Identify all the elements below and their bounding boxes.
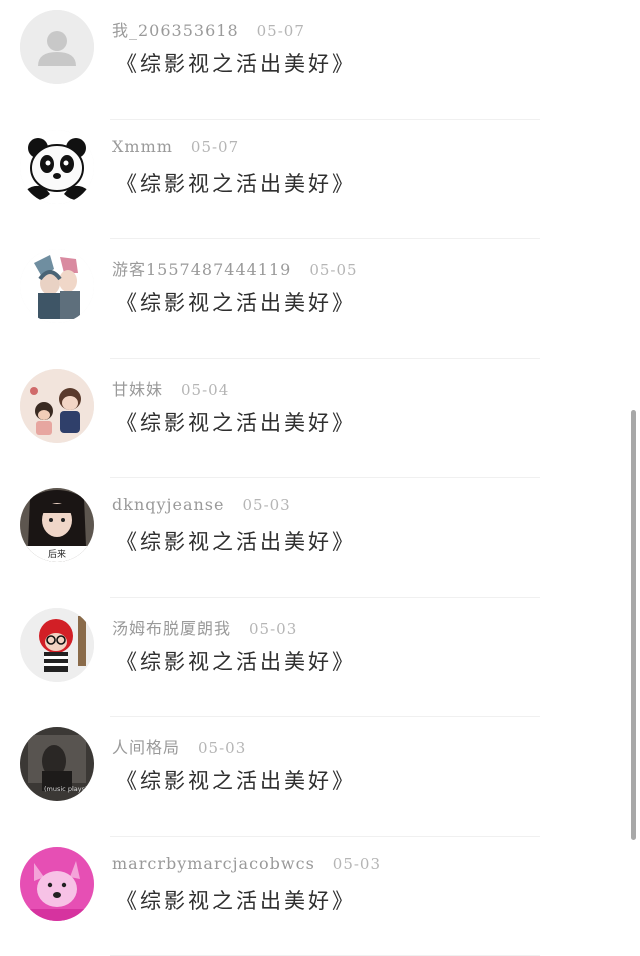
comment-date: 05-03	[333, 855, 381, 873]
comment-text: 《综影视之活出美好》	[116, 287, 356, 317]
comment-meta: 甘妹妹 05-04	[112, 376, 229, 400]
username[interactable]: Xmmm	[112, 137, 173, 156]
comment-text: 《综影视之活出美好》	[116, 168, 356, 198]
username[interactable]: dknqyjeanse	[112, 495, 224, 514]
list-item[interactable]: 我_206353618 05-07 《综影视之活出美好》	[0, 0, 640, 120]
comment-text: 《综影视之活出美好》	[116, 407, 356, 437]
username[interactable]: 人间格局	[112, 738, 180, 757]
comment-text: 《综影视之活出美好》	[116, 48, 356, 78]
music-plays-avatar-icon[interactable]: (music plays)	[20, 727, 94, 801]
username[interactable]: 游客1557487444119	[112, 260, 291, 279]
comment-date: 05-03	[242, 496, 290, 514]
vertical-scrollbar[interactable]	[631, 410, 636, 840]
list-item[interactable]: marcrbymarcjacobwcs 05-03 《综影视之活出美好》	[0, 837, 640, 956]
username[interactable]: 汤姆布脱厦朗我	[112, 619, 231, 638]
default-user-icon[interactable]	[20, 10, 94, 84]
comment-date: 05-03	[249, 620, 297, 638]
comment-text: 《综影视之活出美好》	[116, 765, 356, 795]
girl-photo-avatar-icon[interactable]: 后来	[20, 488, 94, 562]
comment-meta: 人间格局 05-03	[112, 734, 246, 758]
comment-date: 05-07	[257, 22, 305, 40]
cartoon-couple-avatar-icon[interactable]	[20, 369, 94, 443]
comment-text: 《综影视之活出美好》	[116, 526, 356, 556]
list-item[interactable]: 后来 dknqyjeanse 05-03 《综影视之活出美好》	[0, 478, 640, 598]
comment-date: 05-05	[309, 261, 357, 279]
red-hood-doll-avatar-icon[interactable]	[20, 608, 94, 682]
comment-meta: marcrbymarcjacobwcs 05-03	[112, 854, 381, 873]
list-item[interactable]: 游客1557487444119 05-05 《综影视之活出美好》	[0, 239, 640, 359]
avatar-caption: (music plays)	[44, 785, 88, 793]
comment-date: 05-04	[181, 381, 229, 399]
comment-text: 《综影视之活出美好》	[116, 885, 356, 915]
comment-list: 我_206353618 05-07 《综影视之活出美好》 Xmmm 05-07	[0, 0, 640, 956]
username[interactable]: 我_206353618	[112, 21, 239, 40]
username[interactable]: marcrbymarcjacobwcs	[112, 854, 315, 873]
panda-avatar-icon[interactable]	[20, 130, 94, 204]
list-item[interactable]: 汤姆布脱厦朗我 05-03 《综影视之活出美好》	[0, 598, 640, 718]
avatar-caption: 后来	[48, 549, 66, 560]
comment-meta: 游客1557487444119 05-05	[112, 256, 358, 280]
comment-meta: 汤姆布脱厦朗我 05-03	[112, 615, 297, 639]
pink-doge-avatar-icon[interactable]	[20, 847, 94, 921]
username[interactable]: 甘妹妹	[112, 380, 163, 399]
comment-meta: Xmmm 05-07	[112, 137, 239, 156]
comment-date: 05-07	[191, 138, 239, 156]
comment-text: 《综影视之活出美好》	[116, 646, 356, 676]
anime-character-avatar-icon[interactable]	[20, 249, 94, 323]
list-item[interactable]: Xmmm 05-07 《综影视之活出美好》	[0, 120, 640, 240]
list-item[interactable]: (music plays) 人间格局 05-03 《综影视之活出美好》	[0, 717, 640, 837]
comment-date: 05-03	[198, 739, 246, 757]
list-item[interactable]: 甘妹妹 05-04 《综影视之活出美好》	[0, 359, 640, 479]
comment-meta: dknqyjeanse 05-03	[112, 495, 291, 514]
comment-meta: 我_206353618 05-07	[112, 17, 305, 41]
